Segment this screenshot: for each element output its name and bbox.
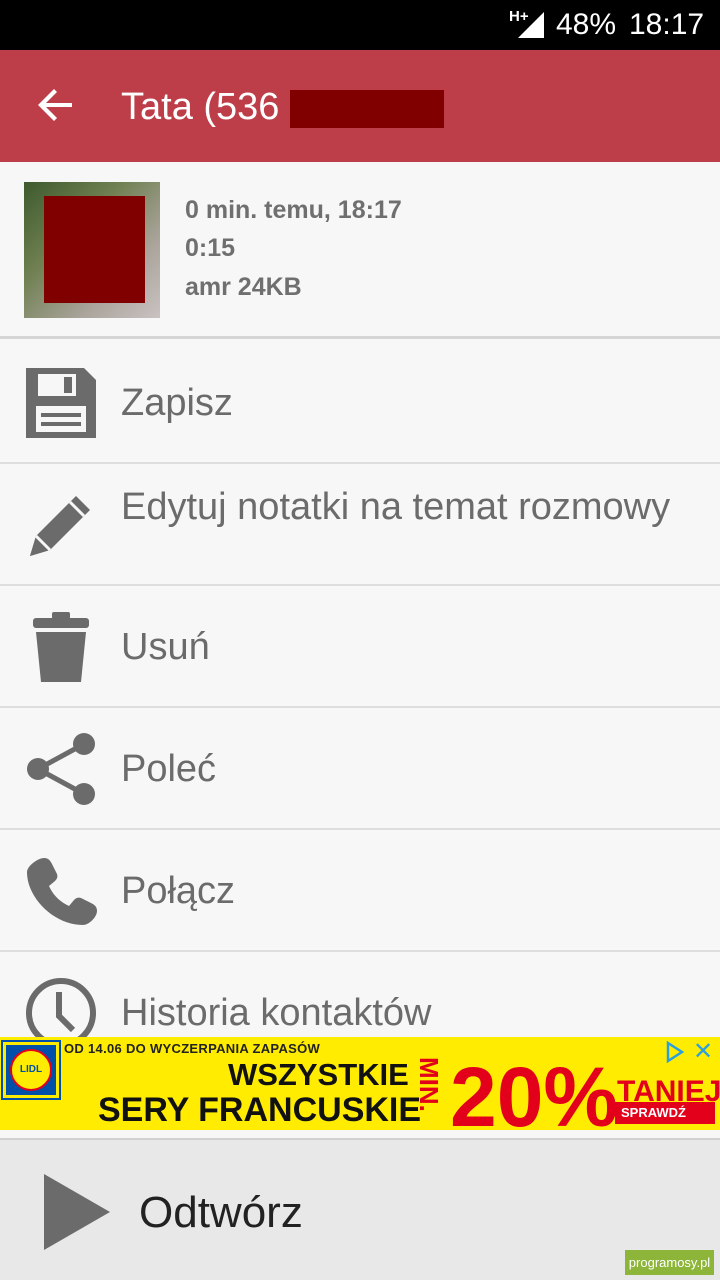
ad-banner[interactable]: LIDL OD 14.06 DO WYCZERPANIA ZAPASÓW WSZ… — [0, 1037, 720, 1130]
menu-label-edit-notes: Edytuj notatki na temat rozmowy — [121, 486, 671, 528]
player-bar[interactable]: Odtwórz — [0, 1138, 720, 1280]
ad-min: MIN. — [414, 1057, 444, 1112]
recording-format-size: amr 24KB — [185, 273, 302, 301]
ad-close-icon[interactable]: ✕ — [690, 1040, 716, 1066]
ad-logo-text: LIDL — [10, 1049, 52, 1091]
save-icon — [26, 368, 96, 438]
ad-headline-2: SERY FRANCUSKIE — [98, 1091, 422, 1129]
contact-avatar — [24, 182, 160, 318]
page-title: Tata (536 — [121, 86, 280, 128]
recording-duration: 0:15 — [185, 234, 236, 262]
menu-item-delete[interactable]: Usuń — [0, 586, 720, 708]
menu-label-call: Połącz — [121, 870, 236, 912]
adchoices-icon[interactable] — [662, 1040, 686, 1064]
app-bar: Tata (536 — [0, 50, 720, 162]
menu-label-save: Zapisz — [121, 382, 233, 424]
menu-label-delete: Usuń — [121, 626, 210, 668]
play-button-label[interactable]: Odtwórz — [139, 1188, 303, 1238]
redaction-bar — [290, 90, 444, 128]
signal-icon — [518, 12, 544, 38]
recording-info: 0 min. temu, 18:17 0:15 amr 24KB — [0, 162, 720, 339]
menu-label-share: Poleć — [121, 748, 217, 790]
ad-discount: 20% — [450, 1050, 619, 1130]
menu-label-contact-history: Historia kontaktów — [121, 992, 432, 1034]
ad-headline-1: WSZYSTKIE — [228, 1057, 409, 1092]
ad-cta-button[interactable]: SPRAWDŹ — [615, 1102, 715, 1124]
status-time: 18:17 — [629, 8, 705, 41]
watermark: programosy.pl — [625, 1250, 714, 1275]
menu-item-edit-notes[interactable]: Edytuj notatki na temat rozmowy — [0, 464, 720, 586]
menu-item-share[interactable]: Poleć — [0, 708, 720, 830]
recording-time: 0 min. temu, 18:17 — [185, 196, 402, 224]
battery-percent: 48% — [556, 8, 617, 41]
phone-icon — [27, 858, 97, 925]
share-icon — [27, 733, 95, 805]
ad-promo-dates: OD 14.06 DO WYCZERPANIA ZAPASÓW — [64, 1041, 321, 1056]
ad-logo: LIDL — [1, 1040, 61, 1100]
action-menu: Zapisz Edytuj notatki na temat rozmowy U… — [0, 342, 720, 1074]
play-icon[interactable] — [44, 1174, 110, 1250]
status-bar: H+ 48% 18:17 — [0, 0, 720, 50]
menu-item-call[interactable]: Połącz — [0, 830, 720, 952]
pencil-icon — [30, 496, 90, 556]
arrow-left-icon[interactable] — [36, 85, 76, 125]
redaction-box — [44, 196, 145, 303]
menu-item-save[interactable]: Zapisz — [0, 342, 720, 464]
trash-icon — [33, 612, 89, 682]
